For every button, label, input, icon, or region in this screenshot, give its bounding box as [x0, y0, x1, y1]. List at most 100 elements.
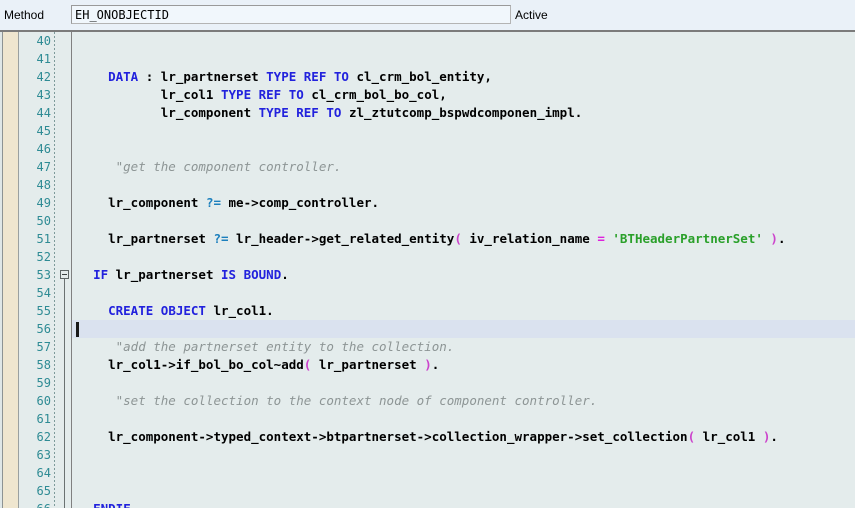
- code-line[interactable]: 49 lr_component ?= me->comp_controller.: [0, 194, 855, 212]
- code-line[interactable]: 42 DATA : lr_partnerset TYPE REF TO cl_c…: [0, 68, 855, 86]
- code-line[interactable]: 54: [0, 284, 855, 302]
- line-number: 51: [36, 232, 51, 246]
- code-line[interactable]: 41: [0, 50, 855, 68]
- code-token: me->comp_controller.: [221, 195, 380, 210]
- code-line[interactable]: 50: [0, 212, 855, 230]
- line-number: 49: [36, 196, 51, 210]
- fold-guide-line: [64, 500, 65, 508]
- fold-collapse-box[interactable]: [60, 270, 69, 279]
- line-number: 66: [20, 500, 51, 508]
- code-token: ?=: [205, 195, 221, 210]
- abap-code-editor[interactable]: 40 41 42 DATA : lr_partnerset TYPE REF TO …: [0, 32, 855, 508]
- code-token: lr_component: [78, 105, 259, 120]
- method-name-input[interactable]: [71, 5, 511, 24]
- code-token: :: [138, 69, 161, 84]
- code-token: lr_partnerset: [311, 357, 425, 372]
- code-line[interactable]: 53 IF lr_partnerset IS BOUND.: [0, 266, 855, 284]
- line-number: 54: [36, 286, 51, 300]
- code-token: lr_col1->if_bol_bo_col~add: [78, 357, 304, 372]
- current-line-highlight: [72, 320, 855, 338]
- code-line[interactable]: 46: [0, 140, 855, 158]
- fold-guide-line: [64, 464, 65, 482]
- code-line[interactable]: 48: [0, 176, 855, 194]
- code-text: CREATE OBJECT lr_col1.: [78, 302, 274, 320]
- code-line[interactable]: 58 lr_col1->if_bol_bo_col~add( lr_partne…: [0, 356, 855, 374]
- code-line[interactable]: 59: [0, 374, 855, 392]
- code-token: .: [777, 231, 786, 246]
- code-token: lr_partnerset: [78, 231, 214, 246]
- code-text: "get the component controller.: [78, 158, 342, 176]
- line-number: 40: [36, 34, 51, 48]
- code-line[interactable]: 65: [0, 482, 855, 500]
- code-line[interactable]: 64: [0, 464, 855, 482]
- fold-guide-line: [64, 410, 65, 428]
- line-number: 48: [36, 178, 51, 192]
- code-line[interactable]: 43 lr_col1 TYPE REF TO cl_crm_bol_bo_col…: [0, 86, 855, 104]
- code-token: .: [431, 357, 440, 372]
- fold-guide-line: [64, 392, 65, 410]
- code-token: lr_partnerset: [160, 69, 267, 84]
- code-token: ENDIF: [93, 501, 131, 508]
- code-line[interactable]: 66 ENDIF.: [0, 500, 855, 508]
- code-token: (: [454, 231, 462, 246]
- fold-guide-line: [64, 356, 65, 374]
- code-text: "add the partnerset entity to the collec…: [78, 338, 455, 356]
- fold-guide-line: [64, 320, 65, 338]
- code-token: .: [770, 429, 778, 444]
- line-number: 42: [36, 70, 51, 84]
- code-line[interactable]: 57 "add the partnerset entity to the col…: [0, 338, 855, 356]
- code-token: iv_relation_name: [461, 231, 598, 246]
- code-line[interactable]: 63: [0, 446, 855, 464]
- line-number: 60: [36, 394, 51, 408]
- code-token: lr_col1.: [205, 303, 274, 318]
- code-token: lr_header->get_related_entity: [228, 231, 455, 246]
- code-token: cl_crm_bol_entity,: [348, 69, 492, 84]
- code-text: lr_col1->if_bol_bo_col~add( lr_partnerse…: [78, 356, 439, 374]
- line-number: 45: [36, 124, 51, 138]
- activation-status-label: Active: [515, 8, 548, 22]
- code-token: "get the component controller.: [78, 159, 342, 174]
- fold-guide-line: [64, 482, 65, 500]
- code-token: DATA: [108, 69, 139, 84]
- line-number: 58: [36, 358, 51, 372]
- code-text: lr_component TYPE REF TO zl_ztutcomp_bsp…: [78, 104, 582, 122]
- code-text: IF lr_partnerset IS BOUND.: [78, 266, 289, 284]
- code-line[interactable]: 52: [0, 248, 855, 266]
- line-number: 52: [36, 250, 51, 264]
- code-token: (: [687, 429, 696, 444]
- fold-guide-line: [64, 428, 65, 446]
- code-token: ): [770, 231, 778, 246]
- fold-guide-line: [64, 284, 65, 302]
- code-line[interactable]: 60 "set the collection to the context no…: [0, 392, 855, 410]
- code-token: lr_component->typed_context->btpartnerse…: [78, 429, 688, 444]
- fold-guide-line: [64, 374, 65, 392]
- code-token: lr_partnerset: [108, 267, 222, 282]
- code-line[interactable]: 62 lr_component->typed_context->btpartne…: [0, 428, 855, 446]
- code-line[interactable]: 51 lr_partnerset ?= lr_header->get_relat…: [0, 230, 855, 248]
- line-number: 47: [36, 160, 51, 174]
- code-line[interactable]: 40: [0, 32, 855, 50]
- line-number: 59: [36, 376, 51, 390]
- text-caret: [76, 322, 79, 337]
- line-number: 64: [36, 466, 51, 480]
- code-token: IS BOUND: [221, 267, 282, 282]
- code-line[interactable]: 55 CREATE OBJECT lr_col1.: [0, 302, 855, 320]
- line-number: 46: [36, 142, 51, 156]
- code-token: zl_ztutcomp_bspwdcomponen_impl.: [341, 105, 583, 120]
- code-token: "set the collection to the context node …: [78, 393, 598, 408]
- method-label: Method: [4, 8, 45, 22]
- code-line[interactable]: 61: [0, 410, 855, 428]
- fold-guide-line: [64, 302, 65, 320]
- code-text: DATA : lr_partnerset TYPE REF TO cl_crm_…: [78, 68, 492, 86]
- line-number: 50: [36, 214, 51, 228]
- code-line[interactable]: 44 lr_component TYPE REF TO zl_ztutcomp_…: [0, 104, 855, 122]
- code-line[interactable]: 45: [0, 122, 855, 140]
- code-line[interactable]: 47 "get the component controller.: [0, 158, 855, 176]
- code-text: lr_col1 TYPE REF TO cl_crm_bol_bo_col,: [78, 86, 447, 104]
- code-token: ): [424, 357, 432, 372]
- code-token: .: [131, 501, 139, 508]
- code-line[interactable]: 56: [0, 320, 855, 338]
